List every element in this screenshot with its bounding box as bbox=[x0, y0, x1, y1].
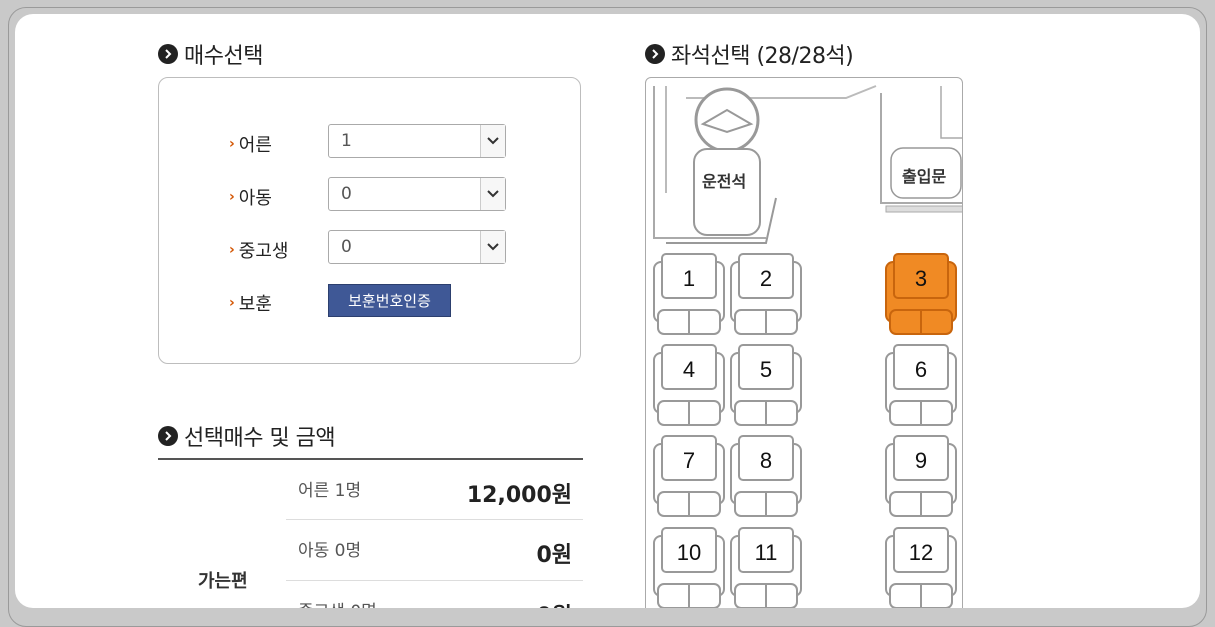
seat-8[interactable]: 8 bbox=[729, 434, 803, 520]
child-price: 0원 bbox=[536, 543, 572, 568]
seat-section-title: 좌석선택 (28/28석) bbox=[645, 38, 854, 70]
seat-2[interactable]: 2 bbox=[729, 252, 803, 338]
veteran-auth-button[interactable]: 보훈번호인증 bbox=[328, 284, 451, 317]
child-count-text: 아동 0명 bbox=[298, 541, 362, 561]
chevron-down-icon bbox=[480, 178, 505, 210]
seat-number: 12 bbox=[908, 540, 934, 565]
seat-5[interactable]: 5 bbox=[729, 343, 803, 429]
seat-6[interactable]: 6 bbox=[884, 343, 958, 429]
seat-7[interactable]: 7 bbox=[652, 434, 726, 520]
seat-number: 11 bbox=[754, 540, 778, 565]
adult-count-text: 어른 1명 bbox=[298, 481, 362, 501]
seat-11[interactable]: 11 bbox=[729, 526, 803, 608]
child-label: › 아동 bbox=[229, 188, 272, 209]
seat-number: 5 bbox=[759, 357, 773, 382]
bus-seat-map: 운전석 출입문 1 2 3 4 5 6 7 8 9 10 11 12 bbox=[645, 77, 963, 608]
summary-divider bbox=[158, 458, 583, 460]
seat-number: 9 bbox=[914, 448, 928, 473]
summary-row-divider bbox=[286, 519, 583, 520]
seat-number: 1 bbox=[682, 266, 696, 291]
circle-arrow-icon bbox=[158, 426, 178, 446]
veteran-label: › 보훈 bbox=[229, 294, 272, 315]
seat-number: 3 bbox=[914, 266, 928, 291]
child-select[interactable]: 0 bbox=[328, 177, 506, 211]
circle-arrow-icon bbox=[645, 44, 665, 64]
route-label: 가는편 bbox=[198, 571, 248, 592]
adult-price: 12,000원 bbox=[466, 483, 572, 508]
adult-label: › 어른 bbox=[229, 135, 272, 156]
seat-section-label: 좌석선택 (28/28석) bbox=[671, 44, 854, 69]
summary-section-label: 선택매수 및 금액 bbox=[184, 426, 336, 451]
seat-number: 7 bbox=[682, 448, 696, 473]
door-label: 출입문 bbox=[902, 167, 947, 186]
count-section-label: 매수선택 bbox=[184, 44, 263, 69]
seat-9[interactable]: 9 bbox=[884, 434, 958, 520]
seat-1[interactable]: 1 bbox=[652, 252, 726, 338]
summary-row-divider bbox=[286, 580, 583, 581]
seat-number: 8 bbox=[759, 448, 773, 473]
seat-12[interactable]: 12 bbox=[884, 526, 958, 608]
circle-arrow-icon bbox=[158, 44, 178, 64]
count-section-title: 매수선택 bbox=[158, 38, 263, 70]
student-select[interactable]: 0 bbox=[328, 230, 506, 264]
driver-seat bbox=[693, 148, 761, 236]
seat-10[interactable]: 10 bbox=[652, 526, 726, 608]
student-label: › 중고생 bbox=[229, 241, 289, 262]
chevron-down-icon bbox=[480, 231, 505, 263]
seat-4[interactable]: 4 bbox=[652, 343, 726, 429]
seat-number: 10 bbox=[676, 540, 702, 565]
driver-seat-label: 운전석 bbox=[702, 172, 747, 191]
seat-number: 2 bbox=[759, 266, 773, 291]
student-count-text: 중고생 0명 bbox=[298, 597, 377, 608]
summary-section-title: 선택매수 및 금액 bbox=[158, 420, 336, 452]
seat-number: 4 bbox=[682, 357, 696, 382]
adult-select[interactable]: 1 bbox=[328, 124, 506, 158]
count-box: › 어른 1 › 아동 0 › 중고생 0 › 보훈 보훈번호인증 bbox=[158, 77, 581, 364]
chevron-down-icon bbox=[480, 125, 505, 157]
student-price: 0원 bbox=[536, 598, 572, 608]
seat-number: 6 bbox=[914, 357, 928, 382]
booking-panel: 매수선택 › 어른 1 › 아동 0 › 중고생 0 › 보훈 보훈번호인증 선택매수 … bbox=[15, 14, 1200, 608]
seat-3[interactable]: 3 bbox=[884, 252, 958, 338]
